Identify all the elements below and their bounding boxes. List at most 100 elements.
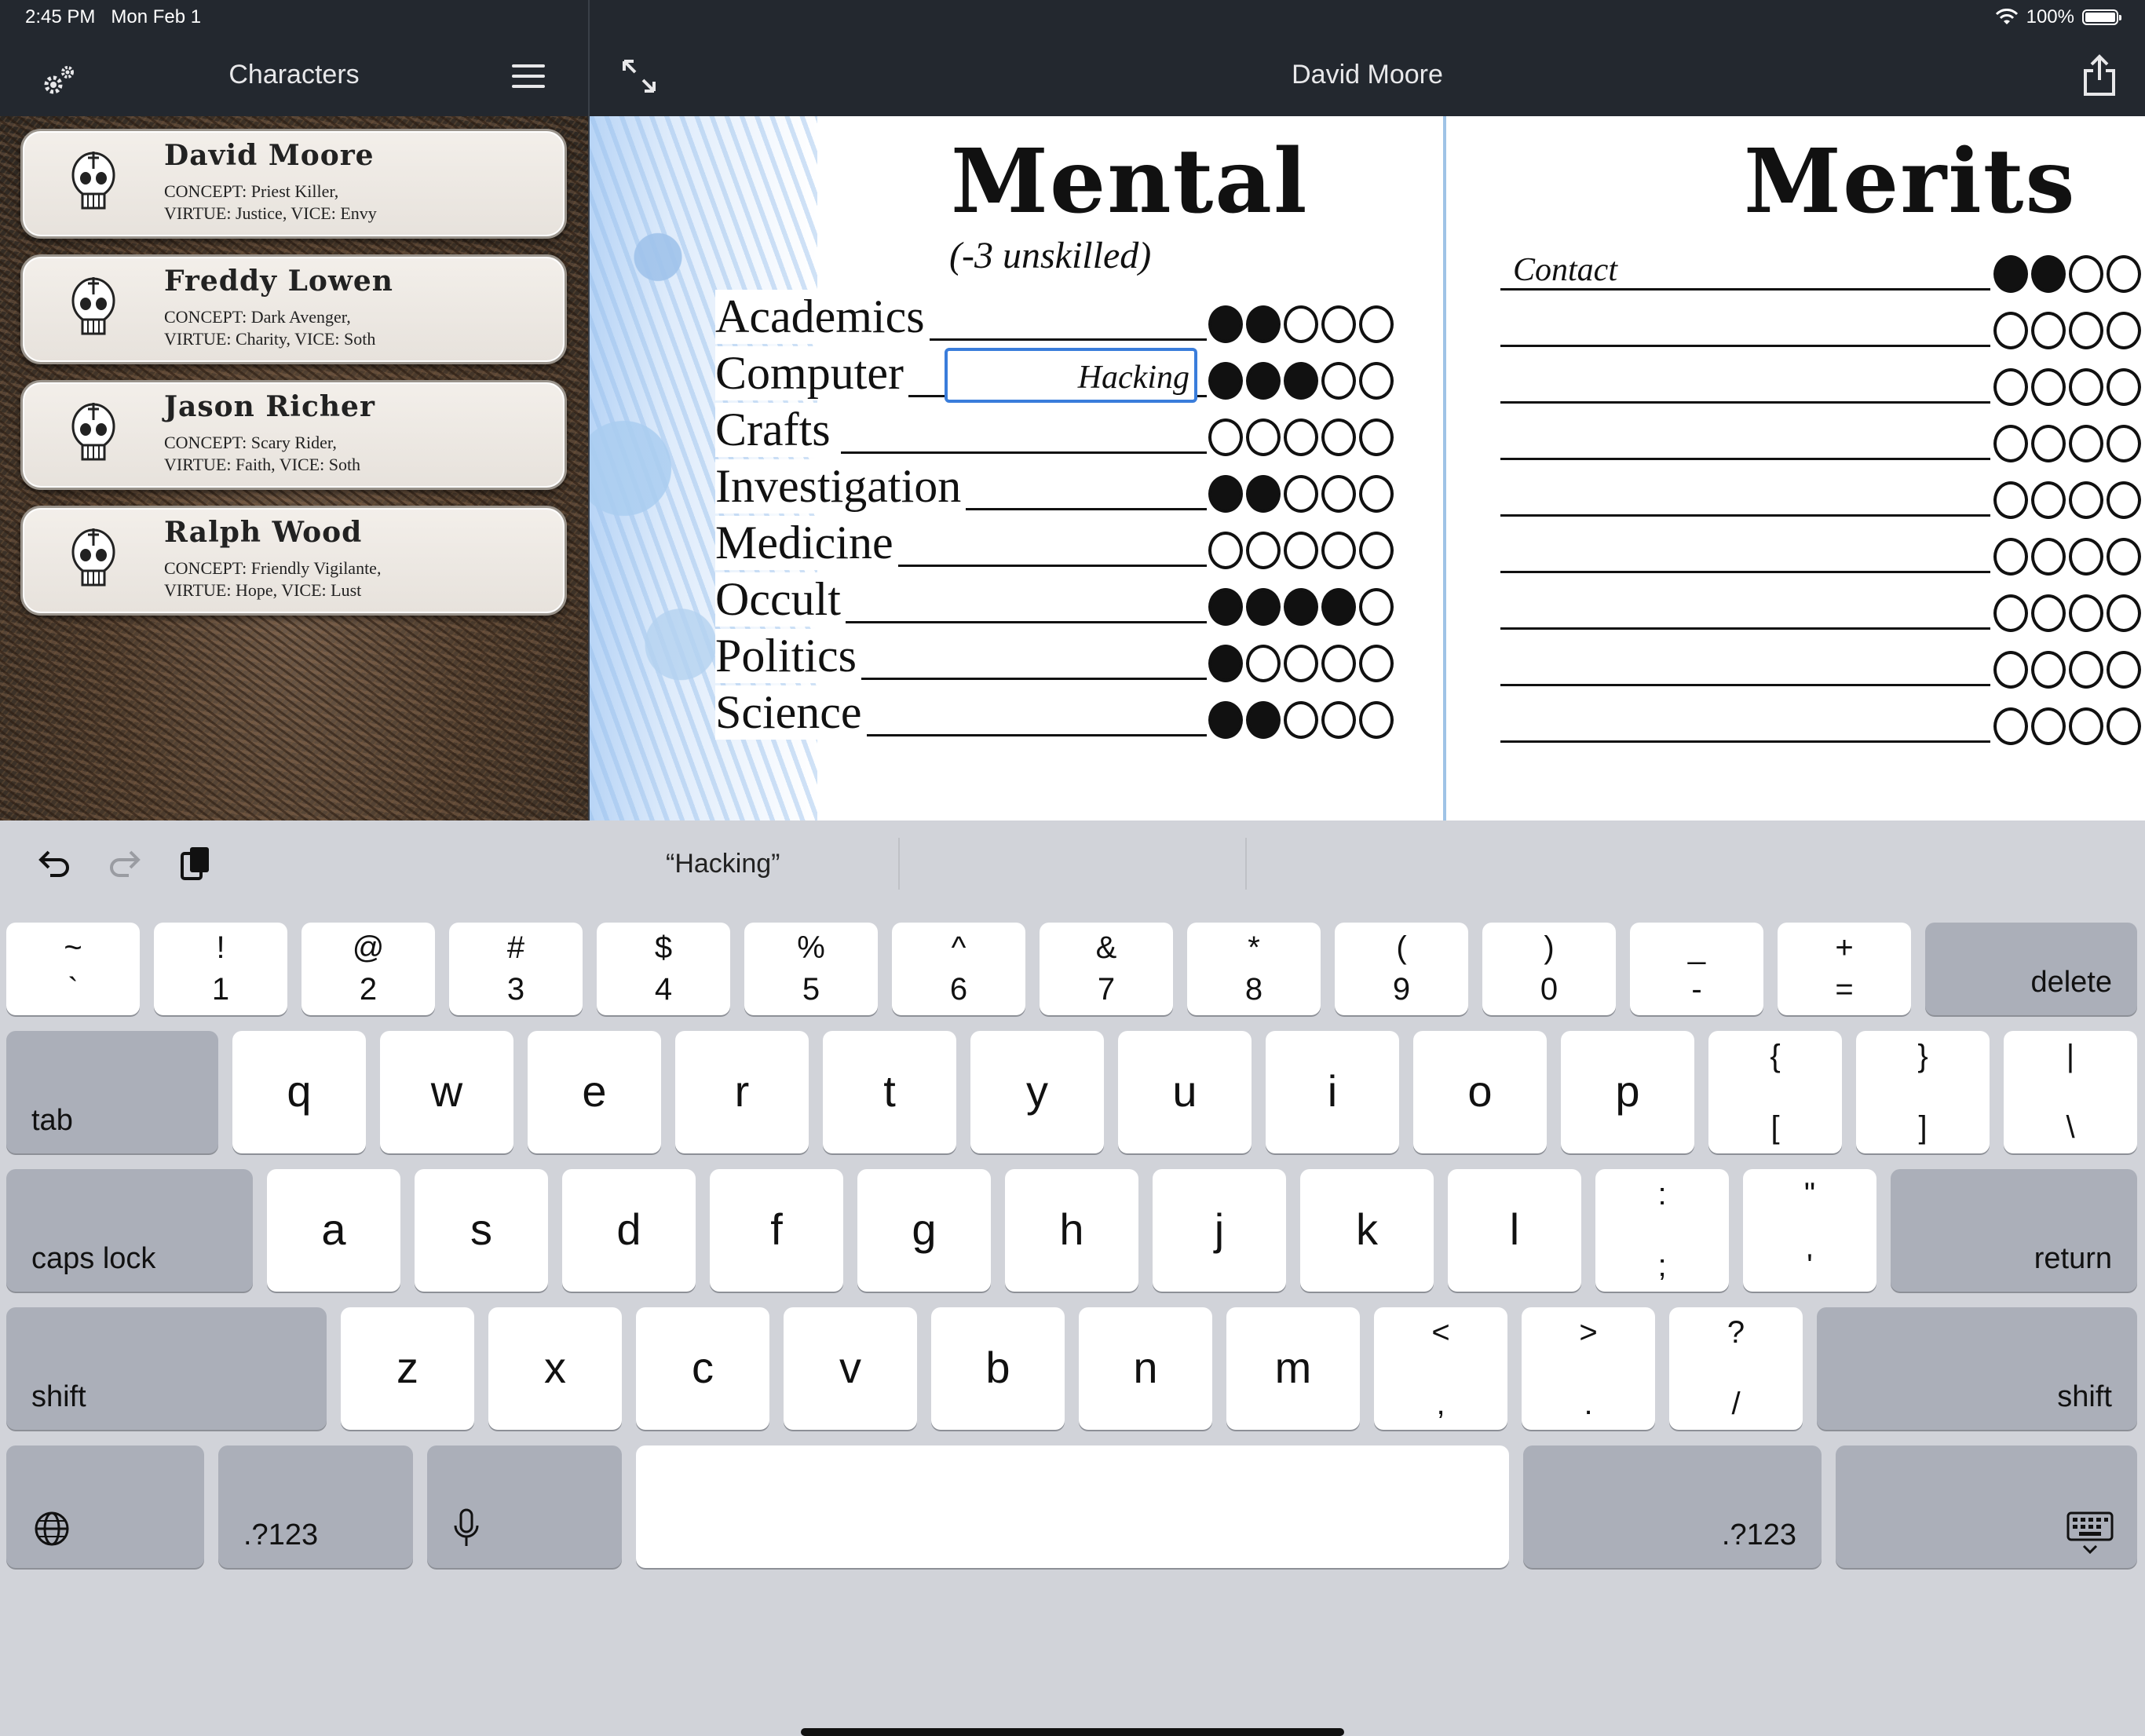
- merit-dots[interactable]: [1993, 366, 2141, 408]
- filled-dot[interactable]: [1208, 588, 1243, 626]
- empty-dot[interactable]: [1208, 418, 1243, 456]
- empty-dot[interactable]: [1284, 701, 1318, 739]
- character-card-freddy-lowen[interactable]: Freddy Lowen CONCEPT: Dark Avenger, VIRT…: [20, 254, 567, 364]
- key-e[interactable]: e: [528, 1031, 661, 1153]
- filled-dot[interactable]: [1246, 588, 1281, 626]
- merit-name[interactable]: Contact: [1513, 251, 1617, 289]
- key-v[interactable]: v: [784, 1307, 917, 1430]
- empty-dot[interactable]: [1359, 588, 1394, 626]
- key[interactable]: ~ `: [6, 923, 140, 1015]
- empty-dot[interactable]: [1284, 418, 1318, 456]
- empty-dot[interactable]: [2069, 312, 2103, 349]
- empty-dot[interactable]: [1321, 475, 1356, 513]
- key[interactable]: #3: [449, 923, 583, 1015]
- merit-row[interactable]: [1500, 353, 2144, 408]
- empty-dot[interactable]: [1321, 305, 1356, 343]
- filled-dot[interactable]: [2031, 255, 2066, 293]
- empty-dot[interactable]: [1359, 701, 1394, 739]
- empty-dot[interactable]: [2031, 707, 2066, 745]
- undo-icon[interactable]: [35, 844, 74, 883]
- split-divider[interactable]: [588, 0, 590, 820]
- merit-dots[interactable]: [1993, 649, 2141, 691]
- numbers-right-key[interactable]: .?123: [1523, 1445, 1822, 1568]
- filled-dot[interactable]: [1208, 701, 1243, 739]
- paste-icon[interactable]: [176, 844, 215, 883]
- globe-key[interactable]: [6, 1445, 204, 1568]
- empty-dot[interactable]: [1321, 645, 1356, 682]
- redo-icon[interactable]: [105, 844, 144, 883]
- skill-dots[interactable]: [1208, 642, 1394, 685]
- empty-dot[interactable]: [1359, 362, 1394, 400]
- empty-dot[interactable]: [2031, 368, 2066, 406]
- empty-dot[interactable]: [1359, 475, 1394, 513]
- share-icon[interactable]: [2082, 53, 2117, 97]
- key[interactable]: | \: [2004, 1031, 2137, 1153]
- key[interactable]: (9: [1335, 923, 1468, 1015]
- key[interactable]: $4: [597, 923, 730, 1015]
- key-d[interactable]: d: [562, 1169, 696, 1292]
- empty-dot[interactable]: [1359, 645, 1394, 682]
- empty-dot[interactable]: [1993, 312, 2028, 349]
- merit-row[interactable]: [1500, 466, 2144, 521]
- key-t[interactable]: t: [823, 1031, 956, 1153]
- key-a[interactable]: a: [267, 1169, 400, 1292]
- skill-dots[interactable]: [1208, 586, 1394, 628]
- key-n[interactable]: n: [1079, 1307, 1212, 1430]
- caps-lock-key[interactable]: caps lock: [6, 1169, 253, 1292]
- character-list[interactable]: David Moore CONCEPT: Priest Killer, VIRT…: [0, 116, 588, 820]
- empty-dot[interactable]: [1359, 418, 1394, 456]
- empty-dot[interactable]: [1993, 481, 2028, 519]
- empty-dot[interactable]: [1321, 532, 1356, 569]
- key-b[interactable]: b: [931, 1307, 1065, 1430]
- merit-row[interactable]: [1500, 297, 2144, 352]
- merit-row[interactable]: Contact: [1500, 240, 2144, 295]
- empty-dot[interactable]: [2069, 368, 2103, 406]
- empty-dot[interactable]: [2107, 425, 2141, 462]
- return-key[interactable]: return: [1891, 1169, 2137, 1292]
- filled-dot[interactable]: [1208, 362, 1243, 400]
- empty-dot[interactable]: [2031, 594, 2066, 632]
- filled-dot[interactable]: [1246, 362, 1281, 400]
- empty-dot[interactable]: [2031, 312, 2066, 349]
- empty-dot[interactable]: [2031, 425, 2066, 462]
- empty-dot[interactable]: [1284, 305, 1318, 343]
- key[interactable]: :;: [1595, 1169, 1729, 1292]
- key-x[interactable]: x: [488, 1307, 622, 1430]
- skill-dots[interactable]: [1208, 699, 1394, 741]
- empty-dot[interactable]: [2107, 481, 2141, 519]
- filled-dot[interactable]: [1246, 305, 1281, 343]
- merit-row[interactable]: [1500, 410, 2144, 465]
- empty-dot[interactable]: [2107, 707, 2141, 745]
- skill-dots[interactable]: [1208, 473, 1394, 515]
- empty-dot[interactable]: [2107, 312, 2141, 349]
- empty-dot[interactable]: [1993, 368, 2028, 406]
- delete-key[interactable]: delete: [1925, 923, 2137, 1015]
- key-r[interactable]: r: [675, 1031, 809, 1153]
- empty-dot[interactable]: [2107, 538, 2141, 576]
- filled-dot[interactable]: [1321, 588, 1356, 626]
- merit-dots[interactable]: [1993, 309, 2141, 352]
- key-z[interactable]: z: [341, 1307, 474, 1430]
- empty-dot[interactable]: [1246, 645, 1281, 682]
- empty-dot[interactable]: [2069, 481, 2103, 519]
- merit-dots[interactable]: [1993, 479, 2141, 521]
- key-u[interactable]: u: [1118, 1031, 1252, 1153]
- filled-dot[interactable]: [1208, 305, 1243, 343]
- merit-dots[interactable]: [1993, 422, 2141, 465]
- empty-dot[interactable]: [1321, 362, 1356, 400]
- empty-dot[interactable]: [1993, 651, 2028, 689]
- empty-dot[interactable]: [2031, 651, 2066, 689]
- empty-dot[interactable]: [2107, 368, 2141, 406]
- key-s[interactable]: s: [415, 1169, 548, 1292]
- empty-dot[interactable]: [2069, 651, 2103, 689]
- empty-dot[interactable]: [2031, 538, 2066, 576]
- key[interactable]: * 8: [1187, 923, 1321, 1015]
- empty-dot[interactable]: [1284, 475, 1318, 513]
- filled-dot[interactable]: [1246, 701, 1281, 739]
- empty-dot[interactable]: [1321, 418, 1356, 456]
- merit-row[interactable]: [1500, 636, 2144, 691]
- numbers-left-key[interactable]: .?123: [218, 1445, 413, 1568]
- merit-dots[interactable]: [1993, 253, 2141, 295]
- space-key[interactable]: [636, 1445, 1509, 1568]
- key[interactable]: _ -: [1630, 923, 1763, 1015]
